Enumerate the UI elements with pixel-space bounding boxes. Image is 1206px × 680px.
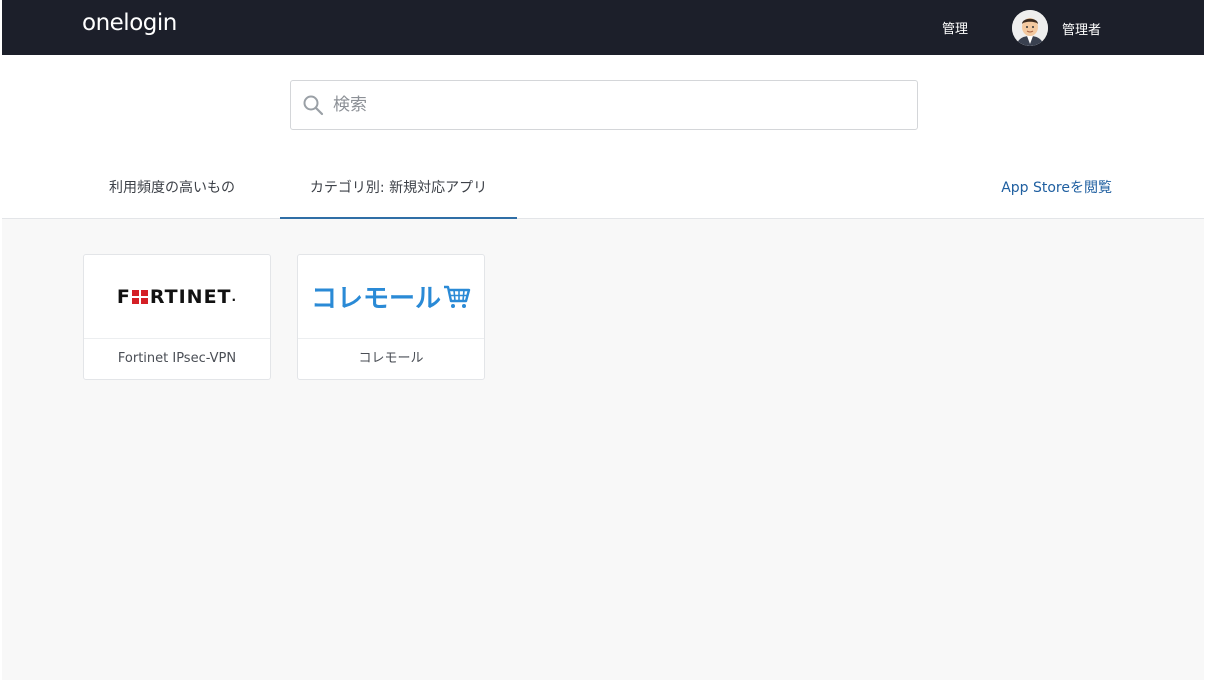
- shopping-cart-icon: [444, 285, 471, 308]
- koremall-logo: コレモール: [298, 255, 484, 339]
- onelogin-logo[interactable]: onelogin: [82, 10, 177, 36]
- app-grid: F RTINET . Fortinet IPsec-VPN コレモール コレモー…: [2, 219, 1204, 680]
- app-name: Fortinet IPsec-VPN: [117, 351, 237, 366]
- admin-link[interactable]: 管理: [942, 18, 968, 37]
- browse-app-store-link[interactable]: App Storeを閲覧: [1001, 160, 1112, 216]
- fortinet-logo: F RTINET .: [84, 255, 270, 339]
- app-tabs: 利用頻度の高いもの カテゴリ別: 新規対応アプリ App Storeを閲覧: [2, 160, 1204, 219]
- top-navigation-bar: onelogin 管理 管理者: [2, 0, 1204, 55]
- user-menu[interactable]: 管理者: [1012, 10, 1101, 46]
- app-tile-koremall[interactable]: コレモール コレモール: [297, 254, 485, 380]
- tab-frequently-used[interactable]: 利用頻度の高いもの: [82, 160, 262, 219]
- app-name: コレモール: [358, 351, 424, 366]
- search-input[interactable]: [333, 91, 903, 119]
- app-tile-fortinet[interactable]: F RTINET . Fortinet IPsec-VPN: [83, 254, 271, 380]
- search-icon: [303, 95, 324, 116]
- user-name: 管理者: [1062, 22, 1102, 38]
- search-box[interactable]: [290, 80, 918, 130]
- user-avatar[interactable]: [1012, 10, 1048, 46]
- tab-category-new-apps[interactable]: カテゴリ別: 新規対応アプリ: [280, 160, 517, 219]
- fortinet-grid-icon: [131, 289, 148, 304]
